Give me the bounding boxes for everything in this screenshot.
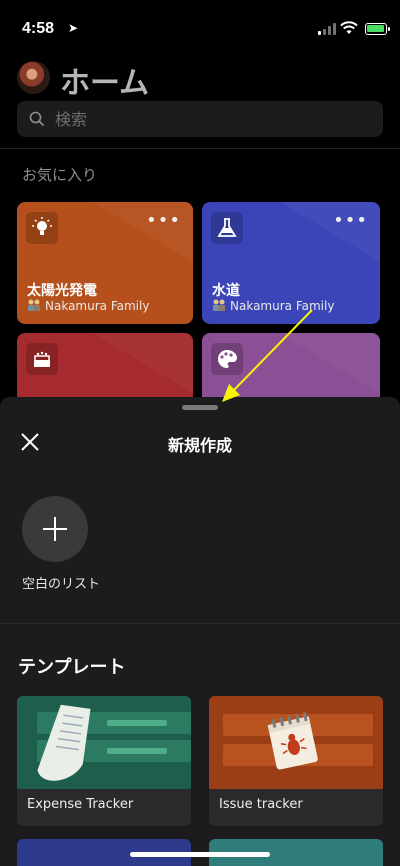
search-bar[interactable] xyxy=(17,101,383,137)
template-thumbnail xyxy=(209,696,383,789)
divider xyxy=(0,148,400,149)
location-icon: ➤ xyxy=(68,21,79,35)
card-owner-name: Nakamura Family xyxy=(230,299,335,313)
template-name: Expense Tracker xyxy=(27,797,134,812)
card-title: 太陽光発電 xyxy=(27,283,97,299)
calendar-bug-icon xyxy=(267,712,318,770)
blank-list-button[interactable] xyxy=(22,496,88,562)
page-title: ホーム xyxy=(60,66,150,101)
card-owner-name: Nakamura Family xyxy=(45,299,150,313)
favorite-card-water[interactable]: ••• 水道 Nakamura Family xyxy=(202,202,380,324)
wifi-icon xyxy=(340,21,358,34)
new-list-sheet: 新規作成 空白のリスト テンプレート Expense Tracker Issue… xyxy=(0,397,400,866)
people-icon xyxy=(28,299,40,311)
lightbulb-icon xyxy=(26,212,58,244)
card-owner: Nakamura Family xyxy=(27,299,149,313)
templates-heading: テンプレート xyxy=(18,657,126,678)
blank-list-label: 空白のリスト xyxy=(22,577,101,592)
more-options-icon[interactable]: ••• xyxy=(146,212,181,230)
favorites-heading: お気に入り xyxy=(22,166,98,184)
signal-icon xyxy=(318,23,336,35)
sheet-grabber[interactable] xyxy=(182,405,218,410)
avatar[interactable] xyxy=(17,61,50,94)
search-input[interactable] xyxy=(55,101,365,137)
more-options-icon[interactable]: ••• xyxy=(333,212,368,230)
template-card-expense-tracker[interactable]: Expense Tracker xyxy=(17,696,191,826)
template-name: Issue tracker xyxy=(219,797,303,812)
card-owner: Nakamura Family xyxy=(212,299,334,313)
receipt-icon xyxy=(37,704,91,781)
cake-icon xyxy=(26,343,58,375)
card-title: 水道 xyxy=(212,283,240,299)
divider xyxy=(0,623,400,624)
clock: 4:58 xyxy=(22,20,55,37)
battery-icon xyxy=(365,23,390,35)
palette-icon xyxy=(211,343,243,375)
search-icon xyxy=(29,111,45,127)
flask-icon xyxy=(211,212,243,244)
home-indicator xyxy=(130,852,270,857)
plus-icon xyxy=(43,517,67,541)
favorite-card-solar[interactable]: ••• 太陽光発電 Nakamura Family xyxy=(17,202,193,324)
sheet-title: 新規作成 xyxy=(167,436,232,455)
template-card-issue-tracker[interactable]: Issue tracker xyxy=(209,696,383,826)
status-bar: 4:58 ➤ xyxy=(0,0,400,44)
people-icon xyxy=(213,299,225,311)
template-thumbnail xyxy=(17,696,191,789)
